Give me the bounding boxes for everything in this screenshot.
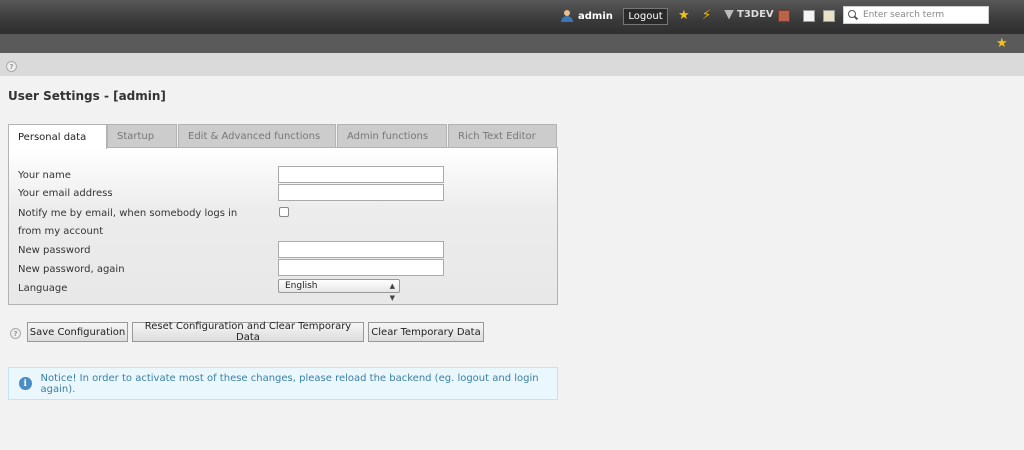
notify-label-line1: Notify me by email, when somebody logs i… xyxy=(18,208,238,219)
notice-message: i Notice! In order to activate most of t… xyxy=(8,367,558,400)
email-field[interactable] xyxy=(278,184,444,201)
username: admin xyxy=(578,10,613,22)
page-title: User Settings - [admin] xyxy=(8,89,166,103)
document-icon[interactable] xyxy=(803,10,815,22)
clear-temporary-data-button[interactable]: Clear Temporary Data xyxy=(368,322,484,342)
tab-personal-data[interactable]: Personal data xyxy=(8,124,107,149)
tab-admin-functions[interactable]: Admin functions xyxy=(337,124,447,148)
user-menu[interactable]: admin xyxy=(561,8,613,24)
new-password-label: New password xyxy=(18,245,91,256)
search-box[interactable] xyxy=(843,6,989,24)
edit-icon[interactable] xyxy=(823,10,835,22)
save-configuration-button[interactable]: Save Configuration xyxy=(27,322,128,342)
bookmark-star-icon[interactable]: ★ xyxy=(678,9,690,23)
personal-data-panel: Your name Your email address Notify me b… xyxy=(8,147,558,305)
top-toolbar: admin Logout ★ ⚡ T3DEV xyxy=(0,0,1024,34)
help-icon[interactable]: ? xyxy=(10,328,21,339)
notice-text: Notice! In order to activate most of the… xyxy=(40,372,539,395)
t3-logo-icon xyxy=(724,9,734,20)
tab-edit-advanced[interactable]: Edit & Advanced functions xyxy=(178,124,336,148)
search-input[interactable] xyxy=(863,10,983,20)
workspace-selector[interactable]: T3DEV xyxy=(724,9,774,20)
logout-button[interactable]: Logout xyxy=(623,8,668,25)
docheader: ? xyxy=(0,53,1024,76)
language-select[interactable]: English ▲ ▼ xyxy=(278,279,400,302)
email-label: Your email address xyxy=(18,188,113,199)
name-label: Your name xyxy=(18,170,71,181)
name-field[interactable] xyxy=(278,166,444,183)
module-toolbar: ★ xyxy=(0,34,1024,53)
info-icon: i xyxy=(19,377,32,390)
reset-configuration-button[interactable]: Reset Configuration and Clear Temporary … xyxy=(132,321,364,343)
tab-rich-text-editor[interactable]: Rich Text Editor xyxy=(448,124,557,148)
help-icon[interactable]: ? xyxy=(6,61,17,72)
select-arrows-icon: ▲ ▼ xyxy=(389,282,395,302)
workspace-icon[interactable] xyxy=(778,10,790,22)
tab-startup[interactable]: Startup xyxy=(107,124,177,148)
new-password-again-label: New password, again xyxy=(18,264,125,275)
search-icon xyxy=(848,10,858,20)
new-password-again-field[interactable] xyxy=(278,259,444,276)
notify-checkbox[interactable] xyxy=(279,207,289,217)
workspace-label: T3DEV xyxy=(737,9,774,20)
language-label: Language xyxy=(18,283,68,294)
shortcut-star-icon[interactable]: ★ xyxy=(996,36,1008,51)
notify-label-line2: from my account xyxy=(18,226,104,237)
user-icon xyxy=(561,10,573,22)
language-value: English xyxy=(285,281,318,291)
clear-cache-icon[interactable]: ⚡ xyxy=(702,9,711,23)
new-password-field[interactable] xyxy=(278,241,444,258)
